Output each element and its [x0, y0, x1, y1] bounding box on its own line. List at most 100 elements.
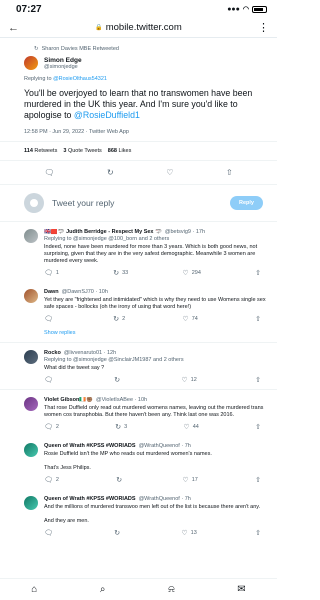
- reply-paragraph: Rosie Duffield isn't the MP who reads ou…: [44, 451, 212, 457]
- share-action[interactable]: ⇧: [255, 315, 261, 323]
- reply-author-name[interactable]: Dawn: [44, 289, 59, 295]
- share-action[interactable]: ⇧: [255, 423, 261, 431]
- avatar[interactable]: [24, 289, 38, 303]
- reply-handle[interactable]: @livvenaruto01 · 12h: [64, 350, 116, 356]
- reply-input[interactable]: Tweet your reply: [52, 198, 222, 208]
- avatar[interactable]: [24, 350, 38, 364]
- reply-handle[interactable]: @VioletIsABee · 10h: [96, 397, 147, 403]
- show-replies-link[interactable]: Show replies: [0, 328, 277, 343]
- share-icon[interactable]: ⇧: [226, 168, 233, 177]
- like-icon[interactable]: ♡: [166, 168, 173, 177]
- mention-link[interactable]: @RosieDuffield1: [74, 110, 140, 120]
- replying-mention[interactable]: @RosieOlthaus54321: [53, 76, 107, 82]
- main-tweet-author[interactable]: Simon Edge @simonjedge: [0, 52, 277, 70]
- retweet-action[interactable]: ↻ 2: [113, 315, 125, 323]
- reply-action[interactable]: 🗨︎ 2: [44, 476, 59, 484]
- url-display[interactable]: 🔒 mobile.twitter.com: [24, 22, 253, 33]
- avatar[interactable]: [24, 443, 38, 457]
- reply-tweet[interactable]: Queen of Wrath #KPSS #WORIADS @WrathQueen…: [0, 436, 277, 489]
- retweet-count: 33: [122, 270, 129, 276]
- reply-author-name[interactable]: 🇬🇧🟥🦈 Judith Berridge - Respect My Sex 🦈: [44, 229, 162, 235]
- reply-text: That rose Duffield only read out murdere…: [44, 405, 267, 419]
- author-handle[interactable]: @simonjedge: [44, 64, 82, 70]
- retweet-action[interactable]: ↻: [116, 476, 125, 484]
- reply-action[interactable]: 🗨︎ 1: [44, 269, 59, 277]
- mail-icon[interactable]: ✉: [237, 584, 245, 595]
- share-action[interactable]: ⇧: [255, 529, 261, 537]
- like-count: 17: [191, 477, 198, 483]
- reply-paragraph: That rose Duffield only read out murdere…: [44, 405, 264, 418]
- retweet-action[interactable]: ↻: [114, 376, 123, 384]
- reply-action[interactable]: 🗨︎: [44, 376, 56, 384]
- reply-handle[interactable]: @WrathQueenof · 7h: [139, 443, 191, 449]
- reply-count: 1: [55, 270, 59, 276]
- retweets-label: Retweets: [34, 148, 58, 154]
- url-text: mobile.twitter.com: [105, 22, 182, 33]
- like-action[interactable]: ♡ 44: [183, 423, 198, 431]
- avatar[interactable]: [24, 496, 38, 510]
- signal-icon: ●●●: [227, 5, 240, 13]
- reply-author-name[interactable]: Rocko: [44, 350, 61, 356]
- retweet-icon[interactable]: ↻: [107, 168, 114, 177]
- likes-label: Likes: [118, 148, 132, 154]
- share-action[interactable]: ⇧: [255, 476, 261, 484]
- reply-handle[interactable]: @betsvig9 · 17h: [165, 229, 205, 235]
- reply-tweet[interactable]: Queen of Wrath #KPSS #WORIADS @WrathQueen…: [0, 489, 277, 542]
- reply-tweet[interactable]: Violet Gibson🇮🇪✊🏽 @VioletIsABee · 10h Tha…: [0, 390, 277, 436]
- reply-author-name[interactable]: Queen of Wrath #KPSS #WORIADS: [44, 443, 136, 449]
- author-name[interactable]: Simon Edge: [44, 57, 82, 64]
- like-action[interactable]: ♡ 74: [182, 315, 197, 323]
- reply-action[interactable]: 🗨︎: [44, 315, 56, 323]
- like-action[interactable]: ♡ 294: [182, 269, 200, 277]
- bell-icon[interactable]: ⍾: [168, 584, 175, 595]
- reply-author-name[interactable]: Queen of Wrath #KPSS #WORIADS: [44, 496, 136, 502]
- share-action[interactable]: ⇧: [255, 376, 261, 384]
- retweet-action[interactable]: ↻: [114, 529, 123, 537]
- avatar[interactable]: [24, 229, 38, 243]
- replying-to[interactable]: Replying to @simonjedge @SinclairJM1987 …: [44, 357, 267, 363]
- reply-tweet[interactable]: 🇬🇧🟥🦈 Judith Berridge - Respect My Sex 🦈 @…: [0, 222, 277, 282]
- share-action[interactable]: ⇧: [255, 269, 261, 277]
- reply-text: And the millions of murdered transwoo me…: [44, 504, 267, 525]
- reply-tweet[interactable]: Dawn @DawnSJ70 · 10h Yet they are "fright…: [0, 282, 277, 328]
- retweet-action[interactable]: ↻ 33: [113, 269, 128, 277]
- reply-paragraph: And they are men.: [44, 518, 89, 524]
- reply-icon[interactable]: 🗨︎: [44, 168, 54, 177]
- quotes-label: Quote Tweets: [67, 148, 102, 154]
- more-icon[interactable]: ⋮: [253, 21, 269, 34]
- share-icon: ⇧: [255, 530, 261, 537]
- browser-address-bar[interactable]: ← 🔒 mobile.twitter.com ⋮: [0, 18, 277, 38]
- reply-paragraph: That's Jess Philips.: [44, 465, 91, 471]
- quotes-stat[interactable]: 3 Quote Tweets: [63, 148, 101, 154]
- like-action[interactable]: ♡ 13: [181, 529, 196, 537]
- reply-text: What did the tweet say ?: [44, 365, 267, 372]
- back-arrow-icon[interactable]: ←: [8, 22, 24, 34]
- avatar[interactable]: [24, 56, 38, 70]
- retweets-stat[interactable]: 114 Retweets: [24, 148, 57, 154]
- reply-paragraph: Indeed, none have been murdered for more…: [44, 244, 258, 264]
- replying-to: Replying to @RosieOlthaus54321: [0, 70, 277, 82]
- reply-action[interactable]: 🗨︎ 2: [44, 423, 59, 431]
- share-icon: ⇧: [255, 424, 261, 431]
- reply-handle[interactable]: @DawnSJ70 · 10h: [62, 289, 108, 295]
- like-action[interactable]: ♡ 17: [182, 476, 197, 484]
- retweet-action[interactable]: ↻ 3: [115, 423, 127, 431]
- likes-stat[interactable]: 868 Likes: [108, 148, 132, 154]
- retweeted-by: Sharon Davies MBE Retweeted: [41, 46, 119, 52]
- replying-to[interactable]: Replying to @simonjedge @100_born and 2 …: [44, 236, 267, 242]
- clock: 07:27: [16, 3, 42, 15]
- retweet-count: 2: [122, 316, 126, 322]
- reply-action[interactable]: 🗨︎: [44, 529, 56, 537]
- reply-tweet[interactable]: Rocko @livvenaruto01 · 12h Replying to @s…: [0, 343, 277, 389]
- home-icon[interactable]: ⌂: [31, 584, 37, 595]
- avatar[interactable]: [24, 397, 38, 411]
- like-action[interactable]: ♡ 12: [181, 376, 196, 384]
- reply-actions: 🗨︎ ↻ ♡ 13 ⇧: [44, 529, 267, 537]
- retweet-icon: ↻: [34, 46, 39, 52]
- reply-button[interactable]: Reply: [230, 196, 263, 210]
- tweet-thread[interactable]: ↻ Sharon Davies MBE Retweeted Simon Edge…: [0, 38, 277, 578]
- reply-handle[interactable]: @WrathQueenof · 7h: [139, 496, 191, 502]
- tweet-timestamp[interactable]: 12:58 PM · Jun 29, 2022 · Twitter Web Ap…: [0, 121, 277, 141]
- reply-author-name[interactable]: Violet Gibson🇮🇪✊🏽: [44, 397, 93, 403]
- search-icon[interactable]: ⌕: [100, 584, 106, 595]
